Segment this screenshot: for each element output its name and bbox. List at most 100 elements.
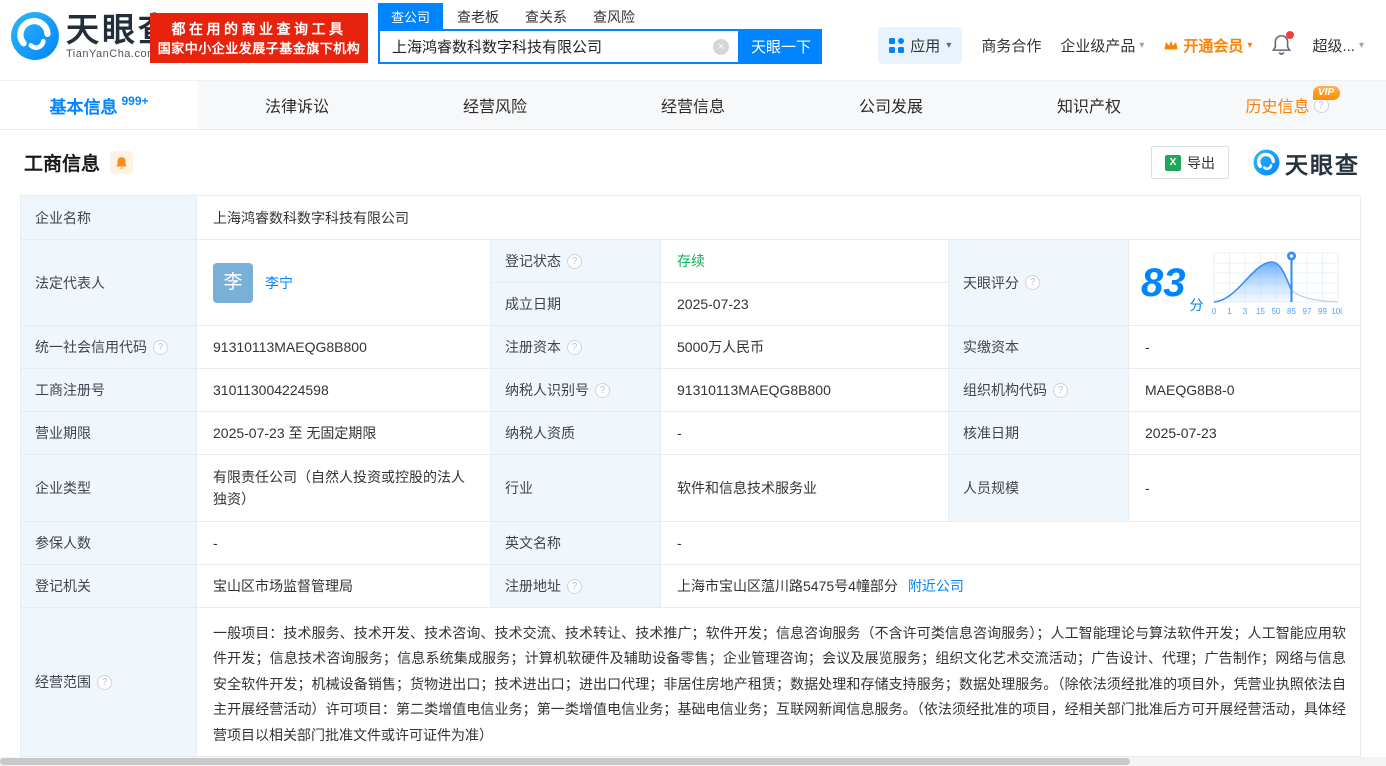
svg-text:0: 0 <box>1211 307 1216 316</box>
apps-menu-button[interactable]: 应用 ▾ <box>878 26 963 64</box>
tab-operating-risk-label: 经营风险 <box>462 99 527 116</box>
label-establish-date: 成立日期 <box>491 283 661 326</box>
field-label: 企业类型 <box>35 480 91 496</box>
value-english-name: - <box>661 522 1361 565</box>
search-tab-boss[interactable]: 查老板 <box>457 7 499 27</box>
field-value: 有限责任公司（自然人投资或控股的法人独资） <box>213 469 465 507</box>
tab-basic-info[interactable]: 基本信息 999+ <box>0 81 198 129</box>
value-taxpayer-quality: - <box>661 412 949 455</box>
company-section-tabs: 基本信息 999+ 法律诉讼 经营风险 经营信息 公司发展 知识产权 历史信息 … <box>0 80 1386 130</box>
tab-basic-info-label: 基本信息 <box>49 97 118 117</box>
export-button[interactable]: X 导出 <box>1151 146 1229 179</box>
section-header: 工商信息 X 导出 天眼查 <box>0 130 1386 195</box>
crown-icon <box>1164 40 1178 50</box>
search-input-box: × <box>378 29 740 64</box>
field-label: 经营范围 <box>35 674 91 690</box>
label-reg-number: 工商注册号 <box>21 369 197 412</box>
field-label: 实缴资本 <box>963 339 1019 355</box>
business-info-table: 企业名称 上海鸿睿数科数字科技有限公司 法定代表人 李 李宁 登记状态 ? 存续… <box>20 195 1361 757</box>
label-reg-authority: 登记机关 <box>21 565 197 608</box>
help-icon[interactable]: ? <box>595 382 610 398</box>
legal-rep-avatar[interactable]: 李 <box>213 262 253 303</box>
promo-line2: 国家中小企业发展子基金旗下机构 <box>157 40 361 56</box>
field-value: 软件和信息技术服务业 <box>677 480 817 496</box>
tab-legal-proceedings[interactable]: 法律诉讼 <box>198 81 396 129</box>
tab-intellectual-property[interactable]: 知识产权 <box>990 81 1188 129</box>
search-tab-company[interactable]: 查公司 <box>378 3 444 30</box>
horizontal-scrollbar-thumb[interactable] <box>0 758 1130 765</box>
notification-bell[interactable] <box>1271 31 1295 57</box>
super-vip-menu[interactable]: 超级... ▾ <box>1312 35 1364 56</box>
tab-operating-info[interactable]: 经营信息 <box>594 81 792 129</box>
field-value: 91310113MAEQG8B800 <box>213 339 367 355</box>
value-reg-authority: 宝山区市场监督管理局 <box>197 565 491 608</box>
enterprise-products-label: 企业级产品 <box>1060 37 1136 55</box>
help-icon[interactable]: ? <box>1025 275 1040 290</box>
field-value: - <box>1145 339 1150 355</box>
field-label: 纳税人识别号 <box>505 382 589 398</box>
top-navigation: 应用 ▾ 商务合作 企业级产品 ▾ 开通会员 ▾ 超级... ▾ <box>878 26 1364 64</box>
company-search-input[interactable] <box>380 31 738 62</box>
vip-badge: VIP <box>1313 86 1341 100</box>
value-reg-address: 上海市宝山区蕰川路5475号4幢部分 附近公司 <box>661 565 1361 608</box>
excel-icon: X <box>1165 154 1181 171</box>
score-value: 83 <box>1141 260 1186 305</box>
field-label: 登记机关 <box>35 578 91 594</box>
label-staff-size: 人员规模 <box>949 455 1129 522</box>
help-icon[interactable]: ? <box>567 339 582 355</box>
field-label: 成立日期 <box>505 296 561 312</box>
clear-search-icon[interactable]: × <box>713 39 729 55</box>
svg-text:50: 50 <box>1271 307 1280 316</box>
label-org-code: 组织机构代码 ? <box>949 369 1129 412</box>
section-title: 工商信息 <box>24 154 101 175</box>
value-insured-count: - <box>197 522 491 565</box>
announcement-bell-chip[interactable] <box>110 151 134 174</box>
value-approval-date: 2025-07-23 <box>1129 412 1361 455</box>
tab-operating-risk[interactable]: 经营风险 <box>396 81 594 129</box>
field-label: 注册资本 <box>505 339 561 355</box>
help-icon[interactable]: ? <box>567 578 582 594</box>
help-icon[interactable]: ? <box>97 674 112 690</box>
field-value: - <box>677 425 682 441</box>
tianyancha-logo-icon <box>1253 149 1280 176</box>
value-reg-number: 310113004224598 <box>197 369 491 412</box>
search-tab-relation[interactable]: 查关系 <box>525 7 567 27</box>
value-establish-date: 2025-07-23 <box>661 283 949 326</box>
field-label: 天眼评分 <box>963 274 1019 291</box>
help-icon[interactable]: ? <box>567 253 582 269</box>
field-value: 上海市宝山区蕰川路5475号4幢部分 <box>677 578 898 594</box>
value-reg-capital: 5000万人民币 <box>661 326 949 369</box>
label-business-scope: 经营范围 ? <box>21 608 197 757</box>
field-label: 核准日期 <box>963 425 1019 441</box>
watermark-logo-text: 天眼查 <box>1285 151 1360 178</box>
notification-dot <box>1286 31 1295 39</box>
value-legal-rep: 李 李宁 <box>197 240 491 326</box>
svg-text:15: 15 <box>1256 307 1265 316</box>
label-insured-count: 参保人数 <box>21 522 197 565</box>
legal-rep-link[interactable]: 李宁 <box>265 272 293 294</box>
field-label: 行业 <box>505 480 533 496</box>
super-vip-label: 超级... <box>1312 37 1355 55</box>
search-tab-risk[interactable]: 查风险 <box>593 7 635 27</box>
bell-icon <box>116 156 127 169</box>
label-approval-date: 核准日期 <box>949 412 1129 455</box>
open-vip-button[interactable]: 开通会员 ▾ <box>1163 35 1252 56</box>
status-badge: 存续 <box>677 253 705 269</box>
field-label: 企业名称 <box>35 209 91 226</box>
count-badge: 999+ <box>121 94 149 108</box>
label-reg-address: 注册地址 ? <box>491 565 661 608</box>
tab-history-info[interactable]: 历史信息 ? VIP <box>1188 81 1386 129</box>
chevron-down-icon: ▾ <box>946 39 952 51</box>
svg-text:3: 3 <box>1242 307 1247 316</box>
tab-company-development[interactable]: 公司发展 <box>792 81 990 129</box>
enterprise-products-link[interactable]: 企业级产品 ▾ <box>1060 35 1144 56</box>
business-coop-link[interactable]: 商务合作 <box>981 35 1041 56</box>
value-staff-size: - <box>1129 455 1361 522</box>
field-label: 纳税人资质 <box>505 425 575 441</box>
search-submit-button[interactable]: 天眼一下 <box>740 29 822 64</box>
help-icon[interactable]: ? <box>1053 382 1068 398</box>
nearby-companies-link[interactable]: 附近公司 <box>908 575 964 597</box>
watermark-logo: 天眼查 <box>1253 146 1360 180</box>
help-icon[interactable]: ? <box>153 339 168 355</box>
value-credit-code: 91310113MAEQG8B800 <box>197 326 491 369</box>
